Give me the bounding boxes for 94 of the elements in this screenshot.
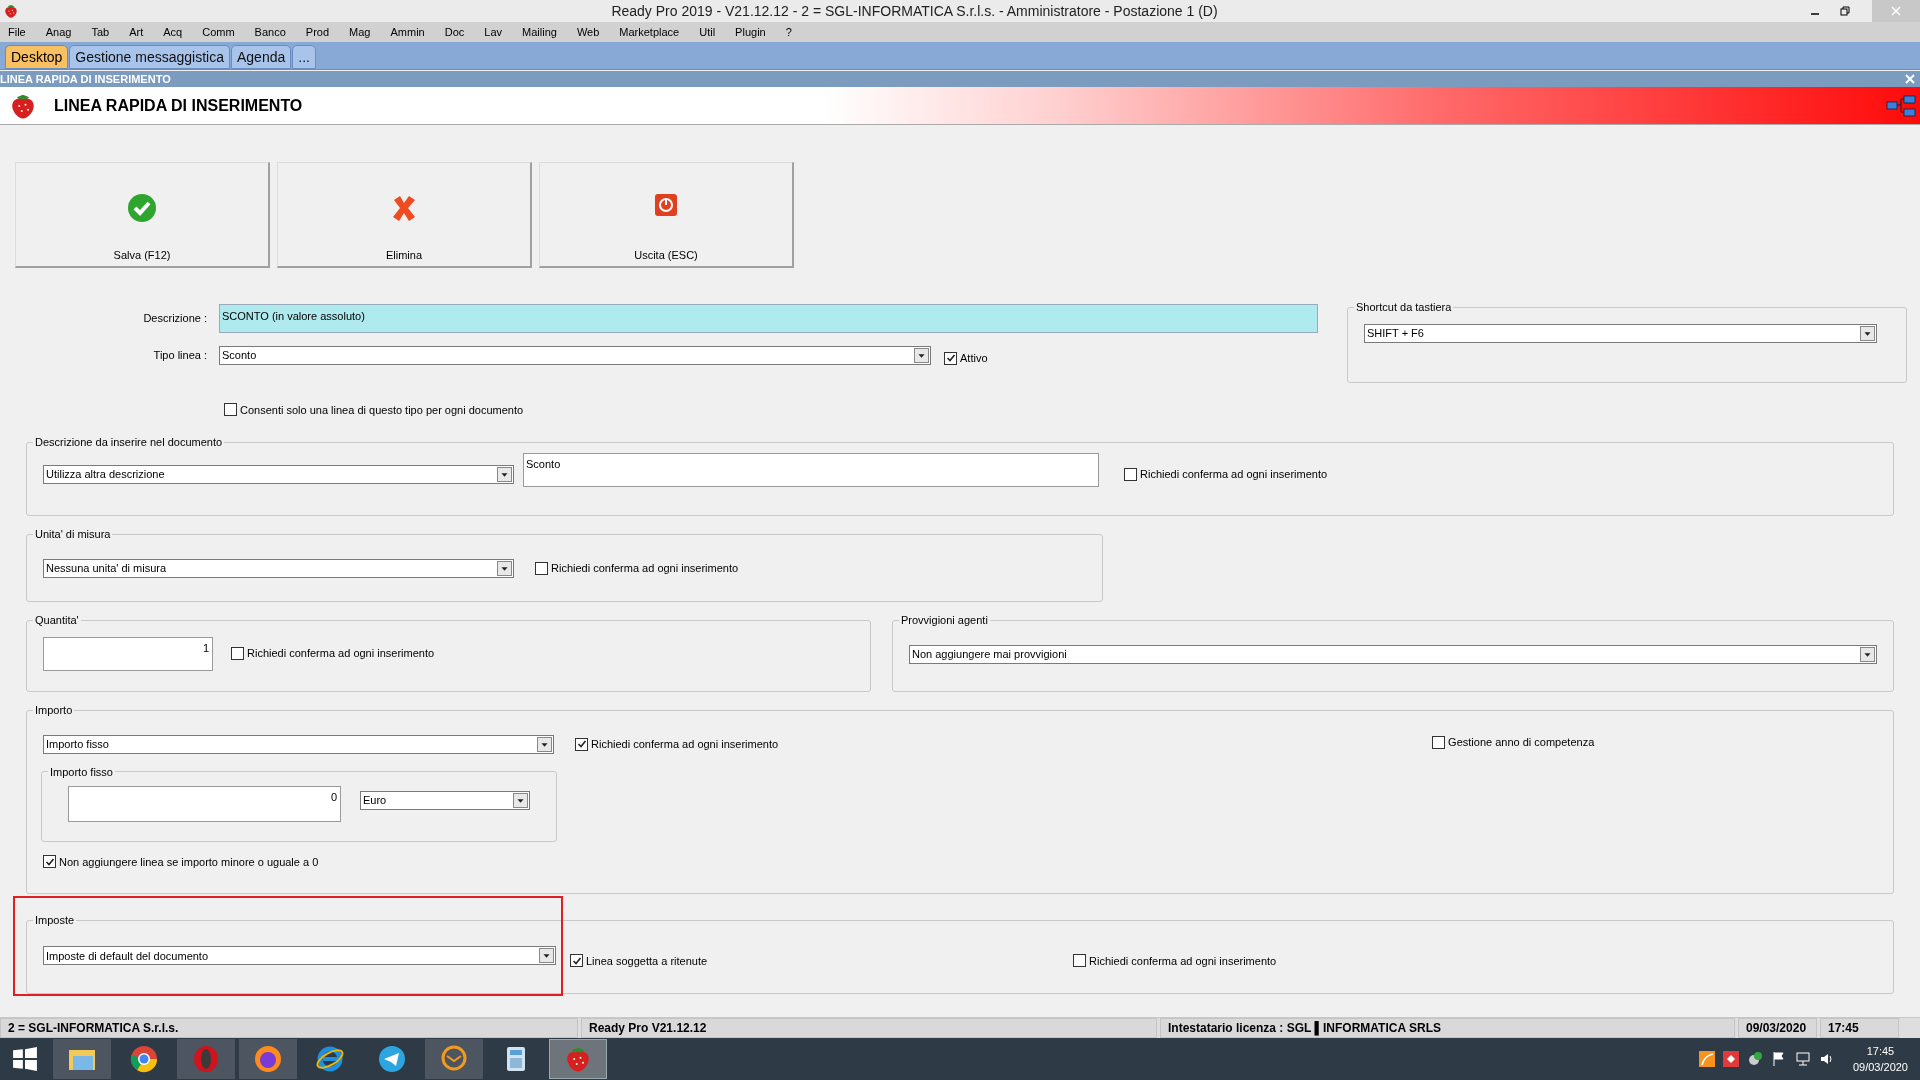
dropdown[interactable]: Nessuna unita' di misura [43,558,514,578]
field-label: Tipo linea : [152,348,207,363]
menu-item[interactable]: Anag [45,23,72,41]
group-title: Provvigioni agenti [900,613,989,628]
quantity-field[interactable]: 1 [43,636,213,671]
power-icon [654,193,678,217]
menu-item[interactable]: File [8,23,26,41]
checkbox-label: Attivo [960,351,988,366]
checkbox-label: Linea soggetta a ritenute [586,953,708,969]
checkbox[interactable] [1073,954,1087,968]
letter-e-icon [315,1044,345,1074]
speaker-icon[interactable] [1818,1051,1835,1067]
checkbox-label: Richiedi conferma ad ogni inserimento [591,736,779,752]
clock[interactable]: 17:45 09/03/2020 [1852,1042,1908,1076]
flag-icon[interactable] [1770,1051,1787,1067]
panel-heading: LINEA RAPIDA DI INSERIMENTO [54,95,303,116]
network-icon[interactable] [1794,1051,1811,1067]
tree-icon[interactable] [1886,93,1916,118]
dropdown[interactable]: Sconto [219,345,931,365]
window-title: Ready Pro 2019 - V21.12.12 - 2 = SGL-INFORMATICA S.r.l.s. - Amministratore - Postazione 1 (D) [610,1,1219,21]
status-text: 09/03/2020 [1738,1018,1817,1038]
status-text: Intestatario licenza : SGL ▌INFORMATICA SRLS [1160,1018,1735,1038]
tray-app-icon[interactable] [1722,1051,1739,1067]
status-text: Ready Pro V21.12.12 [581,1018,1157,1038]
dropdown[interactable]: Importo fisso [43,734,554,754]
menu-item[interactable]: Art [129,23,144,41]
checkbox-label: Non aggiungere linea se importo minore o uguale a 0 [59,854,319,870]
toolbar-button[interactable]: Uscita (ESC) [539,162,794,268]
menu-item[interactable]: Banco [254,23,286,41]
menu-item[interactable]: Acq [163,23,183,41]
ring-icon [191,1044,221,1074]
checkbox[interactable] [575,737,588,751]
checkmark-icon [127,193,157,223]
checkbox-label: Gestione anno di competenza [1448,734,1595,750]
menu-item[interactable]: Web [576,23,600,41]
dropdown[interactable]: Utilizza altra descrizione [43,465,514,484]
field-label: Descrizione : [142,311,207,327]
windows-logo-icon[interactable] [12,1046,38,1072]
group-title: Quantita' [34,613,80,628]
toolbar-button[interactable]: Salva (F12) [15,162,270,268]
menu-item[interactable]: Plugin [735,23,766,41]
checkbox[interactable] [944,351,957,365]
checkbox[interactable] [570,954,583,968]
checkbox-label: Richiedi conferma ad ogni inserimento [1140,467,1328,483]
checkbox-label: Richiedi conferma ad ogni inserimento [247,646,435,662]
checkbox[interactable] [224,403,237,417]
tab[interactable]: Desktop [5,45,69,69]
tray-app-icon[interactable] [1698,1051,1715,1067]
dropdown[interactable]: Euro [360,790,530,810]
checkbox-label: Richiedi conferma ad ogni inserimento [1089,953,1277,969]
browser-icon [129,1044,159,1074]
group-title: Descrizione da inserire nel documento [34,435,224,450]
menu-item[interactable]: Mailing [522,23,557,41]
dropdown[interactable]: Imposte di default del documento [43,946,556,966]
description-field[interactable]: SCONTO (in valore assoluto) [219,304,1318,333]
taskbar-app[interactable] [53,1039,111,1079]
restore-icon[interactable] [1840,6,1850,16]
menu-item[interactable]: Doc [444,23,465,41]
toolbar-button[interactable]: Elimina [277,162,532,268]
checkbox-label: Consenti solo una linea di questo tipo per ogni documento [240,402,524,418]
panel-title: LINEA RAPIDA DI INSERIMENTO [0,71,171,87]
status-text: 17:45 [1820,1018,1899,1038]
group-title: Unita' di misura [34,527,112,542]
menu-item[interactable]: Tab [91,23,110,41]
group-title: Imposte [34,913,76,928]
paper-plane-icon [377,1044,407,1074]
menu-item[interactable]: ? [785,23,792,41]
dropdown[interactable]: SHIFT + F6 [1364,323,1877,343]
checkbox[interactable] [1432,735,1446,749]
app-icon [3,3,19,19]
menu-item[interactable]: Mag [349,23,371,41]
checkbox-label: Richiedi conferma ad ogni inserimento [551,560,739,576]
checkbox[interactable] [535,561,548,575]
browser-icon [253,1044,283,1074]
checkbox[interactable] [1124,468,1137,481]
menu-item[interactable]: Util [699,23,716,41]
dropdown[interactable]: Non aggiungere mai provvigioni [909,644,1877,664]
menu-item[interactable]: Prod [305,23,330,41]
group-title: Importo fisso [49,764,114,780]
close-icon[interactable] [1904,73,1916,85]
menu-item[interactable]: Marketplace [619,23,680,41]
checkbox[interactable] [43,855,56,869]
group-title: Importo [34,703,74,718]
tab[interactable]: Agenda [231,45,292,69]
tab[interactable]: ... [292,45,316,69]
menu-item[interactable]: Comm [202,23,235,41]
amount-field[interactable]: 0 [68,786,341,822]
group-title: Shortcut da tastiera [1355,300,1453,315]
menu-item[interactable]: Lav [484,23,502,41]
checkbox[interactable] [231,647,244,660]
status-text: 2 = SGL-INFORMATICA S.r.l.s. [0,1018,578,1038]
text-field[interactable]: Sconto [523,452,1099,487]
menu-item[interactable]: Ammin [390,23,425,41]
tab[interactable]: Gestione messaggistica [69,45,230,69]
